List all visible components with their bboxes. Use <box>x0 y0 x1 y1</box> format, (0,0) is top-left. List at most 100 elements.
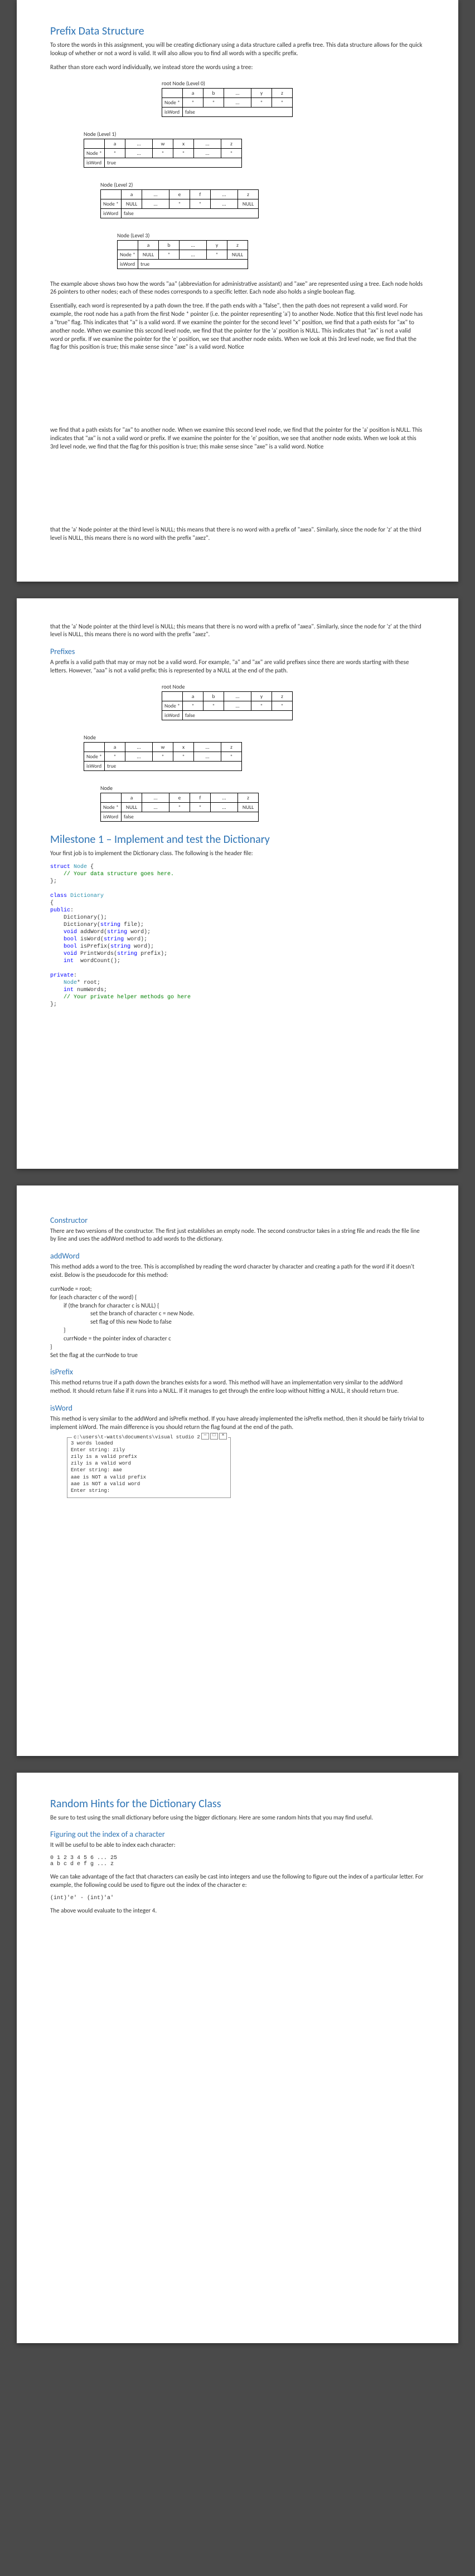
cell-dots: … <box>224 88 251 97</box>
cell: … <box>224 691 251 701</box>
cell: … <box>125 752 153 761</box>
para-addword: This method adds a word to the tree. Thi… <box>50 1263 425 1280</box>
cell: * <box>221 148 242 158</box>
code-header: struct Node { // Your data structure goe… <box>50 863 425 1008</box>
cell: … <box>142 802 169 812</box>
cell: Node * <box>118 250 138 259</box>
cell: * <box>169 199 190 208</box>
heading-isprefix: isPrefix <box>50 1367 425 1377</box>
cell: a <box>122 189 142 199</box>
cell: * <box>207 250 227 259</box>
pseudo-line: currNode = the pointer index of characte… <box>64 1335 425 1343</box>
cell: … <box>211 802 238 812</box>
console-line: aae is NOT a valid prefix <box>71 1474 227 1481</box>
cell: a <box>122 793 142 802</box>
cell: false <box>122 812 259 821</box>
heading-hints: Random Hints for the Dictionary Class <box>50 1797 425 1811</box>
intro-para-1: To store the words in this assignment, y… <box>50 41 425 58</box>
pseudo-line: if (the branch for character c is NULL) … <box>64 1302 425 1310</box>
cell: isWord <box>101 208 122 218</box>
para-index2: We can take advantage of the fact that c… <box>50 1873 425 1890</box>
cell: a <box>183 691 203 701</box>
page-3: Constructor There are two versions of th… <box>17 1185 458 1756</box>
cell: false <box>183 710 293 720</box>
cell: … <box>125 139 153 148</box>
cell: w <box>153 139 173 148</box>
cell: true <box>138 259 248 269</box>
cell: e <box>169 793 190 802</box>
heading-isword: isWord <box>50 1403 425 1413</box>
page-2: that the 'a' Node pointer at the third l… <box>17 598 458 1169</box>
para-constructor: There are two versions of the constructo… <box>50 1227 425 1244</box>
para-top2: that the 'a' Node pointer at the third l… <box>50 623 425 640</box>
console-line: Enter string: aae <box>71 1467 227 1474</box>
pseudocode-addword: currNode = root; for (each character c o… <box>50 1285 425 1360</box>
console-line: aae is NOT a valid word <box>71 1481 227 1487</box>
cell: b <box>159 240 180 250</box>
cell: Node * <box>84 148 105 158</box>
diagram-root: root Node (Level 0) a b … y z Node * * *… <box>162 77 425 119</box>
close-icon[interactable]: × <box>219 1433 227 1440</box>
pseudo-line: set flag of this new Node to false <box>90 1318 425 1326</box>
cell: f <box>190 189 211 199</box>
cell: z <box>238 793 259 802</box>
cell: x <box>173 139 194 148</box>
cell-false: false <box>183 107 293 116</box>
cell: z <box>238 189 259 199</box>
cell-ptr: * <box>272 97 293 107</box>
cell: … <box>211 793 238 802</box>
cell: … <box>194 742 221 752</box>
cell: … <box>224 701 251 710</box>
root2-caption: root Node <box>162 683 293 690</box>
cell: * <box>183 701 203 710</box>
cell: f <box>190 793 211 802</box>
cell: NULL <box>122 802 142 812</box>
cell: NULL <box>238 802 259 812</box>
cell: * <box>105 752 125 761</box>
diagram2-l1: Node a … w x … z Node * * … * * … <box>84 731 425 773</box>
cell: isWord <box>84 761 105 770</box>
console-line: zily is a valid prefix <box>71 1453 227 1460</box>
cell: … <box>194 148 221 158</box>
console-line: Enter string: zily <box>71 1447 227 1453</box>
cell: NULL <box>122 199 142 208</box>
para-isprefix: This method returns true if a path down … <box>50 1379 425 1396</box>
diagram-level2: Node (Level 2) a … e f … z Node * NULL …… <box>100 179 425 221</box>
cell-z: z <box>272 88 293 97</box>
cell-ptr: * <box>251 97 272 107</box>
cell: true <box>105 761 242 770</box>
window-buttons: — □ × <box>200 1433 228 1440</box>
cell-ptr: * <box>183 97 203 107</box>
cell: * <box>190 802 211 812</box>
console-title: c:\users\t-watts\documents\visual studio… <box>72 1434 214 1441</box>
maximize-icon[interactable]: □ <box>210 1433 218 1440</box>
cell: * <box>105 148 125 158</box>
cell: * <box>221 752 242 761</box>
cell: isWord <box>118 259 138 269</box>
para-hints: Be sure to test using the small dictiona… <box>50 1814 425 1822</box>
cell: … <box>211 199 238 208</box>
cell: isWord <box>101 812 122 821</box>
para-dup1: we find that a path exists for "ax" to a… <box>50 426 425 451</box>
cell-a: a <box>183 88 203 97</box>
pseudo-line: for (each character c of the word) { <box>50 1294 425 1302</box>
diagram-level3: Node (Level 3) a b … y z Node * NULL * …… <box>117 230 425 271</box>
cell-b: b <box>203 88 224 97</box>
page-1: Prefix Data Structure To store the words… <box>17 0 458 582</box>
para-index1: It will be useful to be able to index ea… <box>50 1841 425 1850</box>
cell: z <box>221 139 242 148</box>
minimize-icon[interactable]: — <box>201 1433 209 1440</box>
node-caption: Node <box>100 784 259 792</box>
cell: … <box>180 250 207 259</box>
cell: w <box>153 742 173 752</box>
heading-constructor: Constructor <box>50 1216 425 1225</box>
root-caption: root Node (Level 0) <box>162 80 293 87</box>
cell: a <box>138 240 159 250</box>
cell: * <box>153 752 173 761</box>
cell: z <box>272 691 293 701</box>
cell: b <box>203 691 224 701</box>
heading-index: Figuring out the index of a character <box>50 1829 425 1839</box>
cell: * <box>153 148 173 158</box>
cell: * <box>272 701 293 710</box>
cell: … <box>142 199 169 208</box>
